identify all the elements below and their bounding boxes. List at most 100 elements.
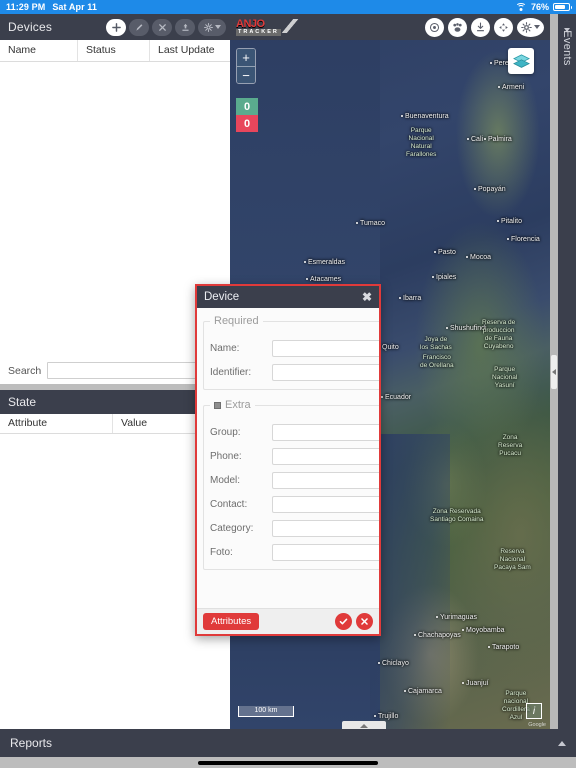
map-toolbar: ANJO TRACKER [230,14,550,40]
device-category-select[interactable] [272,520,379,537]
devices-column-name[interactable]: Name [0,40,78,61]
device-dialog-header: Device ✖ [197,286,379,308]
offline-count-badge[interactable]: 0 [236,115,258,132]
field-row-photo: Foto: [210,544,379,561]
center-map-button[interactable] [494,17,513,37]
device-model-input[interactable] [272,472,379,489]
device-model-label: Model: [210,475,241,486]
device-group-label: Group: [210,427,241,438]
events-rail-label: Events [561,30,573,66]
map-panel-splitter[interactable] [550,14,558,729]
map-place-dot [381,396,383,398]
app-root: 11:29 PM Sat Apr 11 76% Devices Name Sta… [0,0,576,768]
edit-device-button[interactable] [129,18,149,36]
device-group-select[interactable] [272,424,379,441]
logo-primary-text: ANJO [236,17,265,30]
device-phone-input[interactable] [272,448,379,465]
map-place-dot [462,629,464,631]
cancel-button[interactable] [356,613,373,630]
state-column-attribute[interactable]: Attribute [0,413,113,433]
map-place-dot [434,251,436,253]
close-icon[interactable]: ✖ [362,291,372,303]
online-count-badge[interactable]: 0 [236,98,258,115]
required-legend: Required [210,315,263,327]
extra-legend: Extra [210,399,255,411]
map-place-dot [488,646,490,648]
map-place-dot [401,115,403,117]
download-button[interactable] [471,17,490,37]
device-dialog-footer: Attributes [197,608,379,634]
field-row-category: Category: [210,520,379,537]
map-place-dot [399,297,401,299]
chevron-down-icon [214,25,221,29]
zoom-out-button[interactable]: − [237,66,255,83]
device-name-label: Name: [210,343,240,354]
reports-bar[interactable]: Reports [0,729,576,757]
device-identifier-label: Identifier: [210,367,252,378]
field-row-phone: Phone: [210,448,379,465]
collapse-toggle-icon[interactable] [214,401,221,409]
devices-column-status[interactable]: Status [78,40,150,61]
devices-panel-title: Devices [8,20,53,34]
device-contact-input[interactable] [272,496,379,513]
map-settings-button[interactable] [517,17,544,37]
x-icon [361,618,368,625]
device-name-input[interactable] [272,340,379,357]
map-place-dot [462,682,464,684]
map-info-button[interactable]: i [526,703,542,719]
required-legend-text: Required [214,315,259,327]
extra-legend-text: Extra [225,399,251,411]
status-bar-right: 76% [515,2,572,12]
map-zoom-control: + − [236,48,256,84]
check-icon [339,618,348,625]
map-bottom-expand-handle[interactable] [342,721,386,729]
device-dialog-body: Required Name: Identifier: Extra Group: [197,308,379,608]
dialog-action-buttons [335,613,373,630]
map-place-dot [378,662,380,664]
map-place-dot [484,138,486,140]
events-rail[interactable]: Events [558,14,576,729]
status-bar-left: 11:29 PM Sat Apr 11 [6,2,97,12]
map-place-dot [414,634,416,636]
layers-icon [512,53,530,68]
settings-menu-button[interactable] [198,18,226,36]
add-device-button[interactable] [106,18,126,36]
map-place-dot [467,138,469,140]
map-place-dot [432,276,434,278]
device-photo-input[interactable] [272,544,379,561]
state-panel-title: State [8,394,37,409]
save-button[interactable] [335,613,352,630]
map-tool-buttons [425,17,544,37]
map-place-dot [507,238,509,240]
delete-device-button[interactable] [152,18,172,36]
map-place-dot [404,690,406,692]
chevron-down-icon [534,25,540,29]
geofences-button[interactable] [425,17,444,37]
field-row-name: Name: [210,340,379,357]
layers-button[interactable] [508,48,534,74]
device-identifier-input[interactable] [272,364,379,381]
map-place-dot [497,220,499,222]
status-bar-date: Sat Apr 11 [52,2,98,12]
zoom-in-button[interactable]: + [237,49,255,66]
caret-up-icon[interactable] [558,740,566,746]
import-device-button[interactable] [175,18,195,36]
map-attribution: Google [528,722,546,728]
device-counters: 0 0 [236,98,258,132]
map-place-dot [304,261,306,263]
devices-column-last-update[interactable]: Last Update [150,40,230,61]
field-row-contact: Contact: [210,496,379,513]
devices-panel-header: Devices [0,14,230,40]
map-place-dot [446,327,448,329]
map-place-dot [498,86,500,88]
attributes-button[interactable]: Attributes [203,613,260,630]
logo-swoosh-icon [274,19,304,33]
field-row-identifier: Identifier: [210,364,379,381]
device-dialog-title: Device [204,291,240,303]
groups-button[interactable] [448,17,467,37]
app-logo: ANJO TRACKER [236,17,304,37]
map-place-dot [356,222,358,224]
required-fieldset: Required Name: Identifier: [203,315,379,390]
field-row-group: Group: ✖ [210,424,379,441]
reports-bar-label: Reports [10,736,53,750]
